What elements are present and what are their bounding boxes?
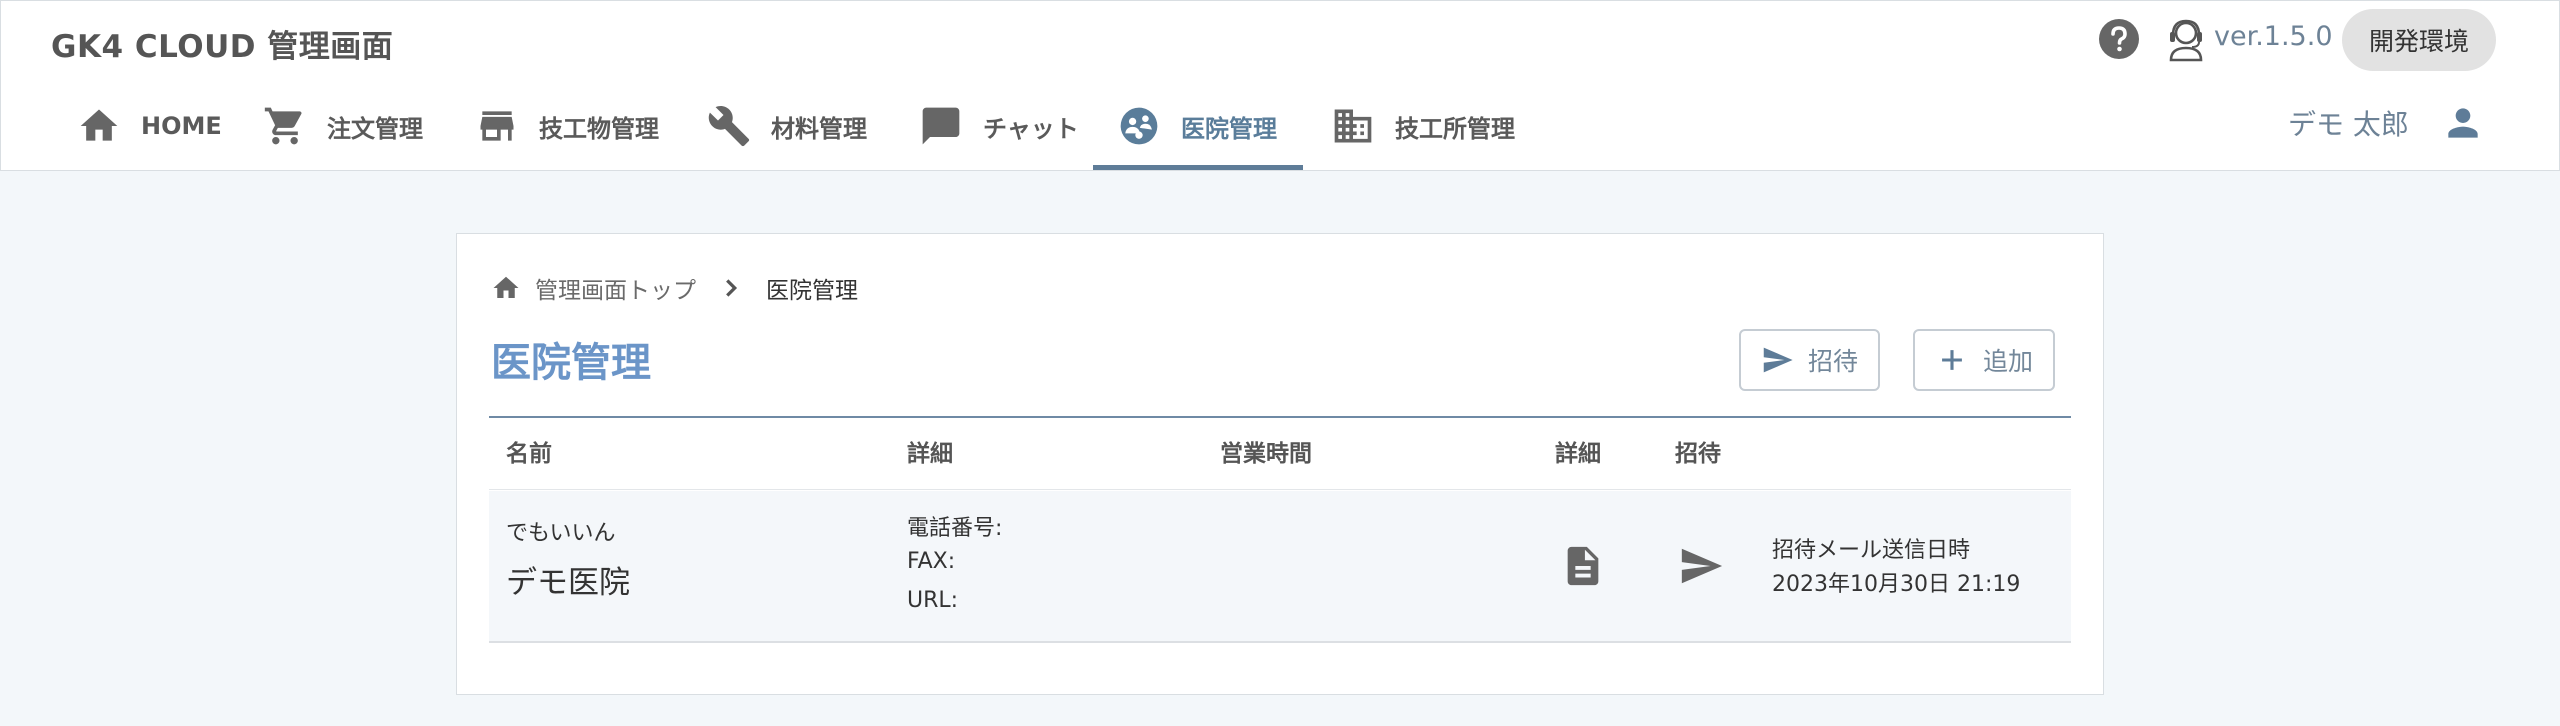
column-header-name: 名前 [506,441,552,467]
breadcrumb-link-top[interactable]: 管理画面トップ [535,271,696,305]
document-icon[interactable] [1560,543,1606,589]
building-icon [1331,104,1375,148]
invite-sent-datetime: 2023年10月30日 21:19 [1772,572,2021,597]
plus-icon [1942,350,1962,370]
app-header: GK4 CLOUD 管理画面 ver.1.5.0 開発環境 HOME 注文管理 … [0,0,2560,171]
invite-sent-label: 招待メール送信日時 [1772,538,1971,563]
main-nav: HOME 注文管理 技工物管理 材料管理 チャット 医院管理 技工所管理 [1,81,1561,171]
add-button[interactable]: 追加 [1913,329,2055,391]
nav-item-materials[interactable]: 材料管理 [707,81,867,171]
nav-item-label: 材料管理 [771,114,867,143]
chat-icon [919,104,963,148]
home-icon [77,104,121,148]
fax-label: FAX: [907,549,956,574]
column-header-invite: 招待 [1675,441,1721,467]
column-header-detail-action: 詳細 [1555,441,1601,467]
clinic-name: デモ医院 [506,565,630,601]
nav-item-prosthetics[interactable]: 技工物管理 [475,81,659,171]
chevron-right-icon [716,273,746,303]
add-button-label: 追加 [1982,347,2033,376]
table-header: 名前 詳細 営業時間 詳細 招待 [489,418,2071,490]
app-title: GK4 CLOUD 管理画面 [51,29,394,65]
invite-button-label: 招待 [1807,347,1858,376]
send-invite-icon[interactable] [1676,543,1726,589]
nav-item-label: HOME [141,112,222,140]
page-title: 医院管理 [491,340,651,386]
nav-item-orders[interactable]: 注文管理 [263,81,423,171]
column-header-hours: 営業時間 [1220,441,1312,467]
active-tab-indicator [1093,165,1303,170]
clinic-icon [1117,104,1161,148]
table-row[interactable]: でもいいん デモ医院 電話番号: FAX: URL: 招待メール送信日時 202… [489,491,2071,643]
breadcrumb-home-icon[interactable] [491,273,521,303]
environment-badge: 開発環境 [2342,9,2496,71]
nav-item-home[interactable]: HOME [77,81,222,171]
nav-item-label: 医院管理 [1181,114,1277,143]
help-icon[interactable] [2098,18,2140,60]
wrench-icon [707,104,751,148]
phone-label: 電話番号: [907,516,1003,541]
version-label: ver.1.5.0 [2214,21,2333,52]
nav-item-labs[interactable]: 技工所管理 [1331,81,1515,171]
send-icon [1763,347,1793,373]
url-label: URL: [907,588,959,613]
user-name[interactable]: デモ 太郎 [2288,103,2409,143]
user-account-icon[interactable] [2441,101,2485,145]
cart-icon [263,104,307,148]
nav-item-label: 技工物管理 [539,114,659,143]
support-headset-icon[interactable] [2164,16,2208,62]
nav-item-chat[interactable]: チャット [919,81,1079,171]
nav-item-label: チャット [983,114,1079,143]
breadcrumb-current: 医院管理 [766,278,858,304]
column-header-detail: 詳細 [907,441,953,467]
invite-button[interactable]: 招待 [1739,329,1880,391]
clinic-kana: でもいいん [506,521,616,546]
nav-item-label: 注文管理 [327,114,423,143]
nav-item-label: 技工所管理 [1395,114,1515,143]
store-icon [475,104,519,148]
nav-item-clinics[interactable]: 医院管理 [1117,81,1277,171]
breadcrumb: 管理画面トップ 医院管理 [491,268,858,308]
clinic-management-panel: 管理画面トップ 医院管理 医院管理 招待 追加 名前 詳細 営業時間 詳細 招待… [456,233,2104,695]
